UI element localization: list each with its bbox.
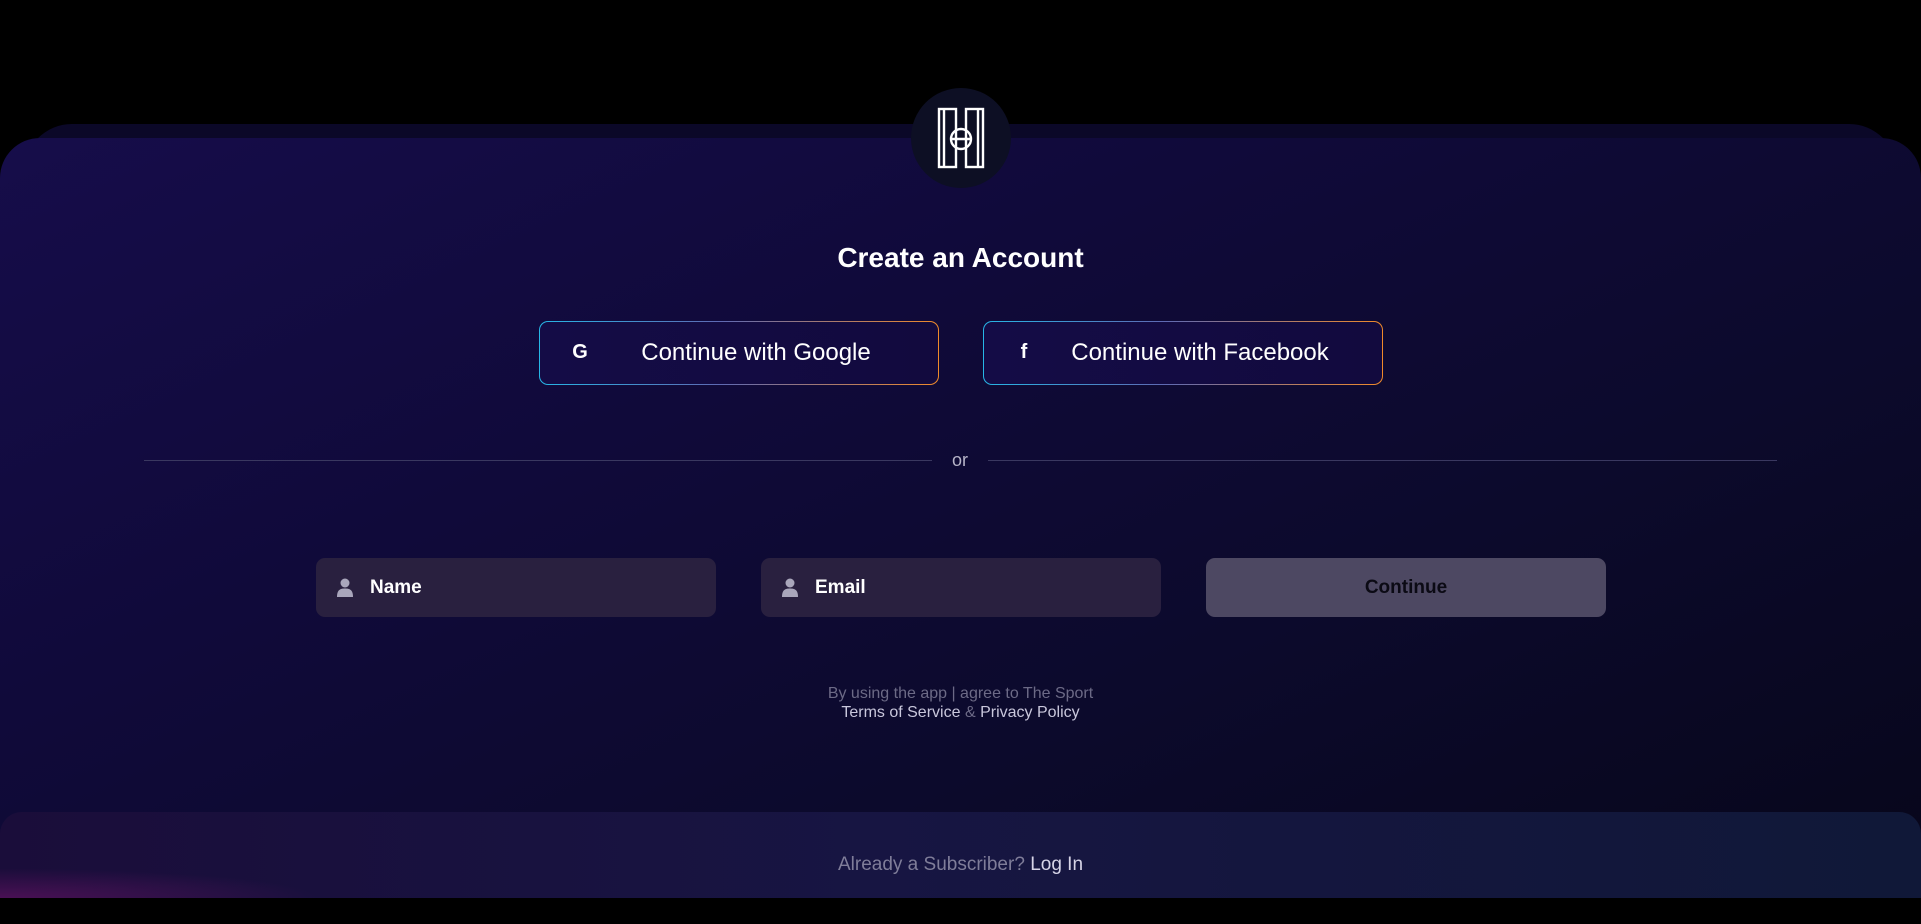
divider-or-text: or xyxy=(951,450,968,470)
brand-logo-icon xyxy=(937,107,985,169)
facebook-f-icon: f xyxy=(1020,340,1028,363)
continue-with-google-button[interactable]: G Continue with Google xyxy=(539,321,939,385)
page-title: Create an Account xyxy=(837,242,1084,273)
user-icon xyxy=(336,578,354,598)
login-footer: Already a Subscriber? Log In xyxy=(0,812,1921,898)
signup-screen: Create an Account G Continue with Google… xyxy=(0,0,1921,924)
legal-notice: By using the app | agree to The Sport Te… xyxy=(0,684,1921,722)
login-prompt: Already a Subscriber? Log In xyxy=(0,854,1921,876)
brand-logo xyxy=(911,88,1011,188)
divider-line-left xyxy=(144,460,932,461)
continue-with-facebook-button[interactable]: f Continue with Facebook xyxy=(983,321,1383,385)
email-field[interactable] xyxy=(761,558,1161,617)
legal-ampersand: & xyxy=(964,704,976,721)
user-icon xyxy=(781,578,799,598)
continue-button[interactable]: Continue xyxy=(1206,558,1606,617)
privacy-policy-link[interactable]: Privacy Policy xyxy=(980,704,1080,721)
email-input[interactable] xyxy=(813,575,1137,600)
terms-of-service-link[interactable]: Terms of Service xyxy=(841,704,960,721)
already-subscriber-text: Already a Subscriber? xyxy=(837,854,1025,875)
divider-line-right xyxy=(988,460,1777,461)
legal-agreement-text: By using the app | agree to The Sport xyxy=(827,685,1094,702)
name-input[interactable] xyxy=(368,575,692,600)
google-button-label: Continue with Google xyxy=(641,339,871,366)
google-g-icon: G xyxy=(572,340,588,363)
facebook-button-label: Continue with Facebook xyxy=(1071,339,1329,366)
log-in-link[interactable]: Log In xyxy=(1030,854,1083,875)
name-field[interactable] xyxy=(316,558,716,617)
